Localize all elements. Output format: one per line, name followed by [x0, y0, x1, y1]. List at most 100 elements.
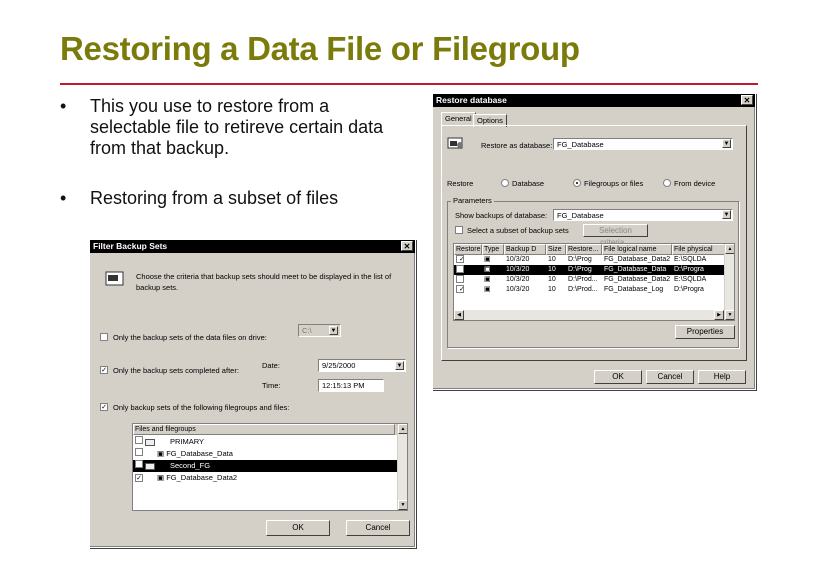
tree-item[interactable]: PRIMARY [133, 436, 397, 448]
filter-dialog-titlebar: Filter Backup Sets ✕ [90, 240, 415, 253]
restore-checkbox[interactable] [456, 275, 464, 283]
database-icon [447, 137, 463, 149]
completed-after-checkbox[interactable]: ✓ [100, 366, 108, 374]
close-icon[interactable]: ✕ [401, 241, 413, 251]
cell: D:\Progra [674, 266, 704, 273]
column-header[interactable]: File logical name [602, 244, 672, 255]
properties-button[interactable]: Properties [675, 325, 735, 339]
selection-criteria-button[interactable]: Selection criteria... [583, 224, 648, 247]
cell: 10/3/20 [506, 286, 530, 293]
scroll-down-icon[interactable]: ▼ [725, 310, 734, 320]
restore-as-select[interactable]: FG_Database [553, 138, 733, 150]
chevron-down-icon[interactable]: ▼ [722, 139, 731, 148]
scroll-down-icon[interactable]: ▼ [398, 500, 407, 510]
chevron-down-icon[interactable]: ▼ [395, 361, 404, 370]
files-filegroups-tree[interactable]: Files and filegroups PRIMARY ▣ FG_Databa… [132, 423, 408, 511]
cell: 10/3/20 [506, 256, 530, 263]
drive-label: Only the backup sets of the data files o… [113, 333, 267, 342]
tree-item-label: FG_Database_Data2 [166, 473, 238, 482]
slide-title: Restoring a Data File or Filegroup [60, 30, 580, 67]
cell: 10 [548, 276, 556, 283]
subset-label: Select a subset of backup sets [467, 226, 569, 235]
filter-backup-sets-dialog: Filter Backup Sets ✕ Choose the criteria… [89, 239, 416, 548]
table-row[interactable]: ▣ 10/3/20 10 D:\Prog FG_Database_Data D:… [454, 265, 734, 275]
cancel-button[interactable]: Cancel [346, 520, 410, 536]
tree-item-label: FG_Database_Data [166, 449, 233, 458]
bullet-text: Restoring from a subset of files [90, 188, 339, 208]
chevron-down-icon[interactable]: ▼ [722, 210, 731, 219]
show-backups-select[interactable]: FG_Database [553, 209, 733, 221]
table-row[interactable]: ▣ 10/3/20 10 D:\Prod... FG_Database_Data… [454, 275, 734, 285]
radio-database-label: Database [512, 179, 545, 188]
scroll-up-icon[interactable]: ▲ [725, 244, 734, 254]
tree-header: Files and filegroups [133, 424, 407, 435]
date-label: Date: [262, 361, 280, 370]
help-button[interactable]: Help [698, 370, 746, 384]
cell: D:\Prod... [568, 276, 598, 283]
scroll-up-icon[interactable]: ▲ [398, 424, 407, 434]
database-icon: ▣ [484, 256, 491, 263]
horizontal-scrollbar[interactable]: ◀ ▶ [454, 310, 724, 320]
cell: E:\SQLDA [674, 276, 707, 283]
radio-from-device-label: From device [674, 179, 716, 188]
restore-database-dialog: Restore database ✕ General Options Resto… [432, 93, 756, 390]
tree-checkbox[interactable]: ✓ [135, 474, 143, 482]
ok-button[interactable]: OK [266, 520, 330, 536]
bullet-glyph: • [60, 96, 67, 116]
column-header: Files and filegroups [133, 424, 395, 435]
filter-icon [105, 271, 124, 286]
radio-from-device[interactable] [663, 179, 671, 187]
tab-general[interactable]: General [441, 112, 476, 125]
tree-item[interactable]: ▣ FG_Database_Data [133, 448, 397, 460]
tree-checkbox[interactable] [135, 460, 143, 468]
column-header[interactable]: File physical [672, 244, 726, 255]
cell: FG_Database_Data [604, 266, 667, 273]
cancel-button[interactable]: Cancel [646, 370, 694, 384]
tree-item[interactable]: ✓ ▣ FG_Database_Data2 [133, 472, 397, 484]
bullet-glyph: • [60, 188, 67, 208]
backup-sets-table[interactable]: Restore Type Backup D Size Restore... Fi… [453, 243, 735, 321]
parameters-label: Parameters [451, 196, 494, 205]
file-icon: ▣ [157, 449, 165, 458]
time-picker[interactable]: 12:15:13 PM [318, 379, 384, 392]
restore-dialog-title: Restore database [436, 95, 507, 105]
cell: FG_Database_Log [604, 286, 664, 293]
vertical-scrollbar[interactable]: ▲ ▼ [397, 424, 407, 510]
date-picker[interactable]: 9/25/2000 [318, 359, 406, 372]
filegroups-checkbox[interactable]: ✓ [100, 403, 108, 411]
tree-checkbox[interactable] [135, 448, 143, 456]
scroll-right-icon[interactable]: ▶ [714, 310, 724, 320]
bullet-item: • This you use to restore from a selecta… [60, 96, 390, 159]
cell: FG_Database_Data2 [604, 276, 671, 283]
tree-item-label: Second_FG [170, 461, 211, 470]
table-row[interactable]: ✓ ▣ 10/3/20 10 D:\Prog FG_Database_Data2… [454, 255, 734, 265]
restore-checkbox[interactable]: ✓ [456, 285, 464, 293]
column-header[interactable]: Backup D [504, 244, 546, 255]
vertical-scrollbar[interactable]: ▲ ▼ [724, 244, 734, 320]
cell: FG_Database_Data2 [604, 256, 671, 263]
subset-checkbox[interactable] [455, 226, 463, 234]
tree-item[interactable]: Second_FG [133, 460, 397, 472]
file-icon: ▣ [157, 473, 165, 482]
cell: D:\Prog [568, 266, 592, 273]
scroll-left-icon[interactable]: ◀ [454, 310, 464, 320]
column-header[interactable]: Size [546, 244, 566, 255]
column-header[interactable]: Restore... [566, 244, 602, 255]
drive-checkbox[interactable] [100, 333, 108, 341]
restore-checkbox[interactable]: ✓ [456, 255, 464, 263]
column-header[interactable]: Type [482, 244, 504, 255]
database-icon: ▣ [484, 276, 491, 283]
column-header[interactable]: Restore [454, 244, 482, 255]
radio-filegroups[interactable] [573, 179, 581, 187]
table-row[interactable]: ✓ ▣ 10/3/20 10 D:\Prod... FG_Database_Lo… [454, 285, 734, 295]
filter-intro-text: Choose the criteria that backup sets sho… [136, 272, 392, 292]
tree-checkbox[interactable] [135, 436, 143, 444]
ok-button[interactable]: OK [594, 370, 642, 384]
folder-icon [145, 462, 155, 470]
chevron-down-icon[interactable]: ▼ [329, 326, 338, 335]
tree-item-label: PRIMARY [170, 437, 205, 446]
restore-checkbox[interactable] [456, 265, 464, 273]
radio-database[interactable] [501, 179, 509, 187]
close-icon[interactable]: ✕ [741, 95, 753, 105]
show-backups-label: Show backups of database: [455, 211, 548, 220]
